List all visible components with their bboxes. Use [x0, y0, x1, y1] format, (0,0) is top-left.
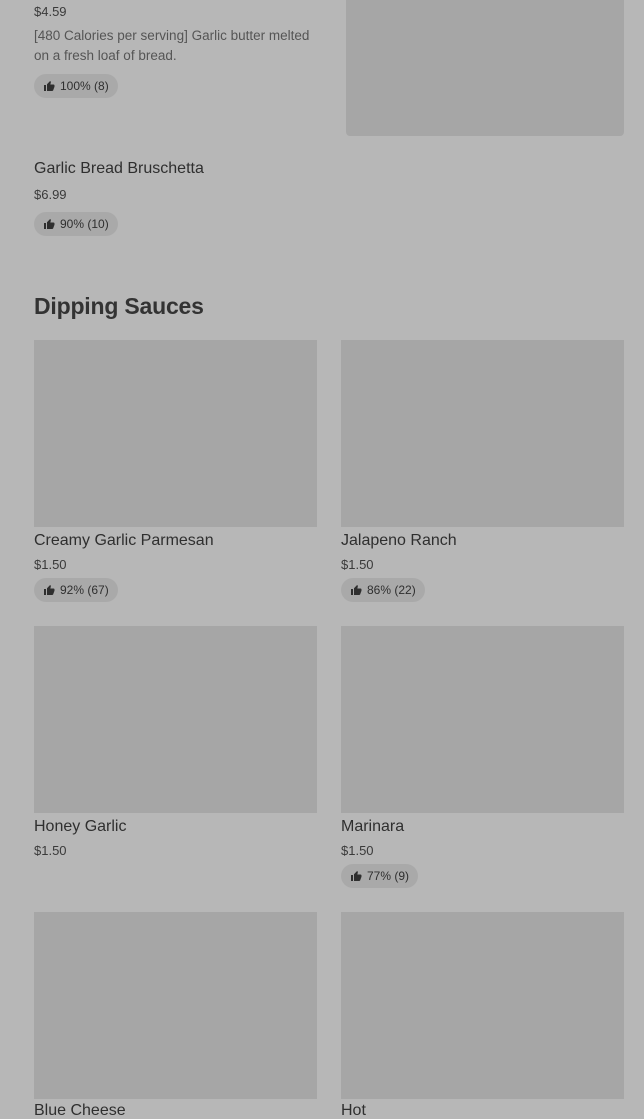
sauce-image [341, 912, 624, 1099]
sauce-price: $1.50 [341, 843, 374, 858]
sauce-name: Jalapeno Ranch [341, 532, 457, 549]
sauce-image [34, 340, 317, 527]
sauce-image [34, 912, 317, 1099]
sauce-price: $1.50 [34, 843, 67, 858]
sauce-card-blue-cheese[interactable]: Blue Cheese [34, 912, 317, 1119]
sauce-image [341, 626, 624, 813]
sauce-name: Marinara [341, 818, 405, 835]
rating-text: 100% (8) [60, 79, 109, 93]
section-title: Dipping Sauces [34, 293, 204, 319]
sauce-image [34, 626, 317, 813]
rating-badge: 92% (67) [34, 578, 118, 602]
rating-badge: 90% (10) [34, 212, 118, 236]
sauce-card-marinara[interactable]: Marinara $1.50 77% (9) [341, 626, 624, 896]
rating-text: 90% (10) [60, 217, 109, 231]
rating-text: 77% (9) [367, 869, 410, 883]
rating-badge: 100% (8) [34, 74, 118, 98]
thumbs-up-icon [350, 584, 362, 596]
menu-item-top[interactable]: $4.59 [480 Calories per serving] Garlic … [0, 0, 644, 140]
item-price: $6.99 [34, 187, 67, 202]
rating-text: 86% (22) [367, 583, 416, 597]
thumbs-up-icon [43, 80, 55, 92]
item-price: $4.59 [34, 4, 67, 19]
rating-badge: 86% (22) [341, 578, 425, 602]
description-line: [480 Calories per serving] Garlic butter… [34, 28, 310, 43]
rating-badge: 77% (9) [341, 864, 419, 888]
item-image [346, 0, 624, 136]
thumbs-up-icon [43, 218, 55, 230]
sauce-name: Blue Cheese [34, 1102, 126, 1119]
sauce-card-jalapeno-ranch[interactable]: Jalapeno Ranch $1.50 86% (22) [341, 340, 624, 610]
item-name: Garlic Bread Bruschetta [34, 160, 204, 177]
thumbs-up-icon [350, 870, 362, 882]
sauce-name: Honey Garlic [34, 818, 127, 835]
thumbs-up-icon [43, 584, 55, 596]
sauce-name: Hot [341, 1102, 366, 1119]
description-line: on a fresh loaf of bread. [34, 48, 177, 63]
sauce-card-honey-garlic[interactable]: Honey Garlic $1.50 [34, 626, 317, 896]
sauce-card-creamy-garlic-parmesan[interactable]: Creamy Garlic Parmesan $1.50 92% (67) [34, 340, 317, 610]
sauce-image [341, 340, 624, 527]
sauce-card-hot[interactable]: Hot [341, 912, 624, 1119]
sauce-price: $1.50 [34, 557, 67, 572]
item-description: [480 Calories per serving] Garlic butter… [34, 26, 344, 66]
menu-item-garlic-bread-bruschetta[interactable]: Garlic Bread Bruschetta $6.99 90% (10) [0, 150, 644, 246]
sauce-price: $1.50 [341, 557, 374, 572]
rating-text: 92% (67) [60, 583, 109, 597]
sauce-name: Creamy Garlic Parmesan [34, 532, 214, 549]
